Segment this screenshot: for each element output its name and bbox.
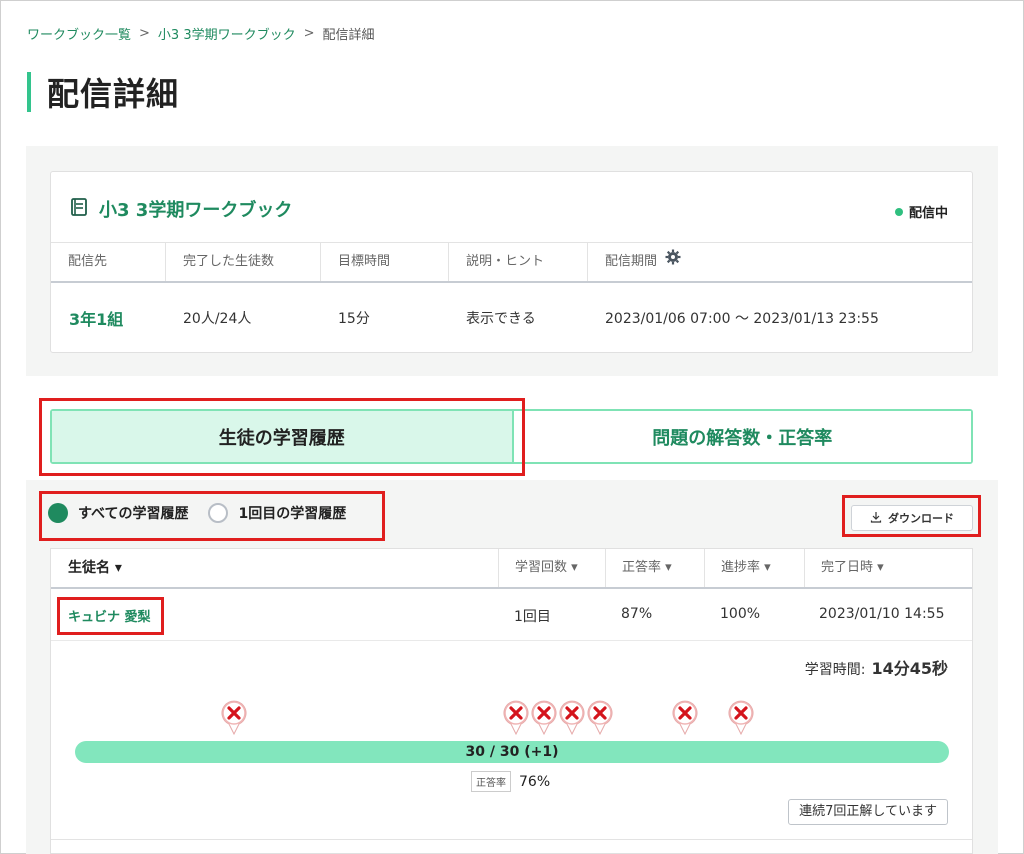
- info-card: 小3 3学期ワークブック 配信中 配信先 完了した生徒数 目標時間 説明・ヒント…: [50, 171, 973, 353]
- status-badge: 配信中: [894, 202, 948, 221]
- tab-answer-stats[interactable]: 問題の解答数・正答率: [511, 411, 971, 462]
- info-table-header: 配信先 完了した生徒数 目標時間 説明・ヒント 配信期間: [51, 242, 972, 283]
- student-name-link[interactable]: キュビナ 愛梨: [68, 606, 151, 625]
- header-completed-at[interactable]: 完了日時 ▾: [804, 549, 884, 587]
- study-count-value: 1回目: [514, 609, 551, 625]
- radio-all-label[interactable]: すべての学習履歴: [78, 503, 188, 523]
- card-title: 小3 3学期ワークブック: [69, 196, 292, 222]
- tab-bar: 生徒の学習履歴 問題の解答数・正答率: [50, 409, 973, 464]
- student-history-list: 生徒名 ▾ 学習回数 ▾ 正答率 ▾ 進捗率 ▾ 完了日時 ▾ キュビナ 愛梨 …: [50, 548, 973, 854]
- radio-all-history[interactable]: [48, 503, 68, 523]
- col-completed: 完了した生徒数: [166, 243, 321, 281]
- rate-label: 正答率: [471, 771, 511, 792]
- history-filter: すべての学習履歴 1回目の学習履歴: [48, 503, 346, 523]
- hint-value: 表示できる: [466, 310, 536, 327]
- info-table: 配信先 完了した生徒数 目標時間 説明・ヒント 配信期間 3年1組 20人/24…: [51, 242, 972, 352]
- streak-badge: 連続7回正解しています: [788, 799, 948, 825]
- radio-first-history[interactable]: [208, 503, 229, 523]
- progress-bar: 30 / 30 (+1): [75, 741, 949, 763]
- header-progress-rate[interactable]: 進捗率 ▾: [704, 549, 771, 587]
- period-value: 2023/01/06 07:00 〜 2023/01/13 23:55: [605, 310, 879, 327]
- correct-rate-value: 87%: [621, 606, 653, 622]
- study-time-label: 学習時間:: [804, 662, 866, 678]
- workbook-icon: [69, 197, 89, 221]
- radio-first-label[interactable]: 1回目の学習履歴: [238, 503, 346, 523]
- wrong-x-pin-icon[interactable]: [727, 699, 755, 736]
- study-time-value: 14分45秒: [871, 659, 948, 678]
- info-table-row: 3年1組 20人/24人 15分 表示できる 2023/01/06 07:00 …: [51, 283, 972, 352]
- gear-icon[interactable]: [665, 242, 681, 282]
- status-label: 配信中: [908, 206, 948, 221]
- class-link[interactable]: 3年1組: [51, 306, 166, 330]
- header-correct-rate[interactable]: 正答率 ▾: [605, 549, 672, 587]
- workbook-title: 小3 3学期ワークブック: [99, 200, 293, 221]
- answer-rate: 正答率 76%: [471, 771, 550, 792]
- col-hint: 説明・ヒント: [449, 243, 588, 281]
- breadcrumb-separator: >: [303, 26, 315, 41]
- page-heading: 配信詳細: [47, 75, 180, 113]
- wrong-x-pin-icon[interactable]: [586, 699, 614, 736]
- header-student-name[interactable]: 生徒名 ▾: [68, 549, 122, 587]
- breadcrumb-current: 配信詳細: [322, 28, 375, 43]
- download-label: ダウンロード: [888, 512, 954, 525]
- title-accent-bar: [27, 72, 31, 112]
- list-header: 生徒名 ▾ 学習回数 ▾ 正答率 ▾ 進捗率 ▾ 完了日時 ▾: [51, 549, 972, 589]
- wrong-x-pin-icon[interactable]: [558, 699, 586, 736]
- download-icon: [870, 511, 882, 526]
- page-title: 配信詳細: [27, 72, 180, 113]
- progress-text: 30 / 30 (+1): [465, 744, 559, 760]
- breadcrumb-workbook[interactable]: 小3 3学期ワークブック: [158, 24, 296, 43]
- breadcrumb-separator: >: [139, 26, 150, 41]
- col-destination: 配信先: [51, 243, 166, 281]
- col-target-time: 目標時間: [321, 243, 449, 281]
- download-button[interactable]: ダウンロード: [851, 505, 973, 531]
- breadcrumb-workbook-list[interactable]: ワークブック一覧: [27, 24, 131, 43]
- progress-rate-value: 100%: [720, 606, 761, 622]
- completed-at-value: 2023/01/10 14:55: [819, 606, 945, 622]
- wrong-x-pin-icon[interactable]: [530, 699, 558, 736]
- study-time: 学習時間: 14分45秒: [805, 655, 948, 679]
- wrong-x-pin-icon[interactable]: [502, 699, 530, 736]
- col-period-label: 配信期間: [605, 254, 658, 269]
- wrong-x-pin-icon[interactable]: [671, 699, 699, 736]
- breadcrumb: ワークブック一覧 > 小3 3学期ワークブック > 配信詳細: [27, 24, 375, 43]
- table-row: キュビナ 愛梨 1回目 87% 100% 2023/01/10 14:55: [51, 589, 972, 641]
- rate-value: 76%: [519, 773, 551, 790]
- col-period: 配信期間: [588, 243, 972, 281]
- tab-student-history[interactable]: 生徒の学習履歴: [52, 411, 512, 462]
- completed-value: 20人/24人: [183, 310, 252, 327]
- list-divider: [51, 839, 972, 840]
- wrong-answer-markers: [51, 699, 972, 743]
- status-dot-icon: [894, 207, 903, 216]
- header-study-count[interactable]: 学習回数 ▾: [498, 549, 578, 587]
- wrong-x-pin-icon[interactable]: [220, 699, 248, 736]
- target-time-value: 15分: [338, 310, 370, 327]
